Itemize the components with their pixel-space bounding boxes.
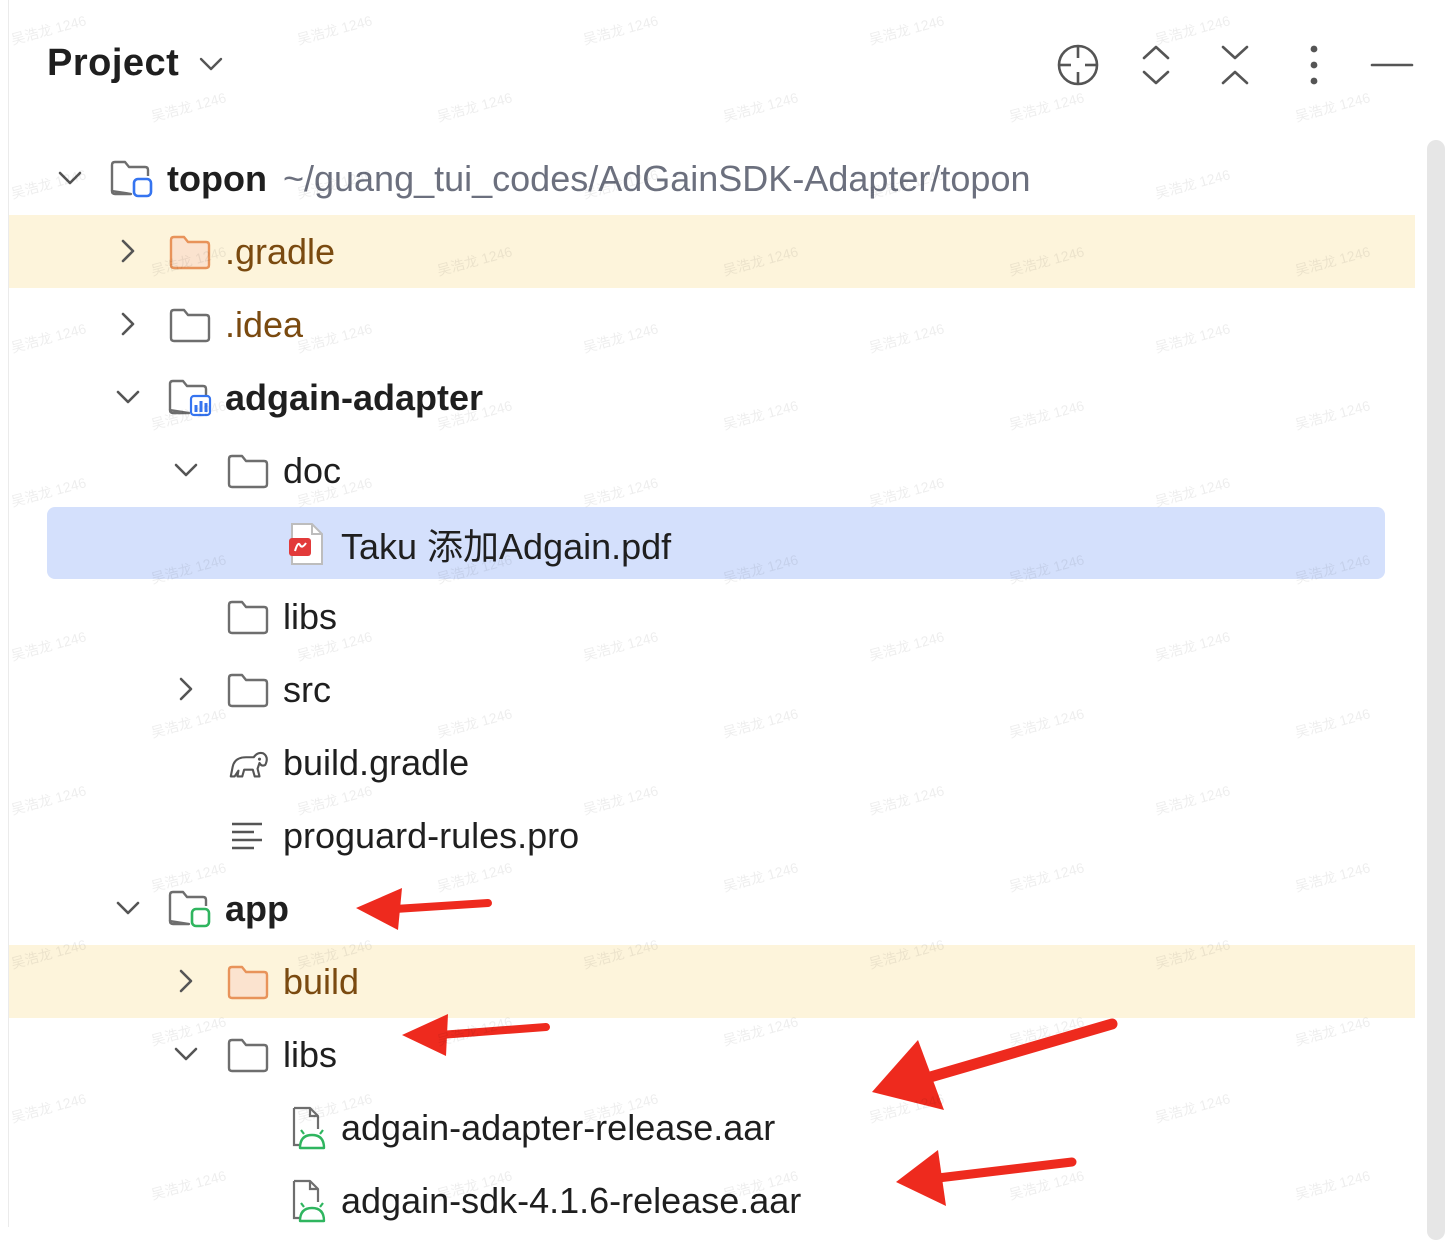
pdf-file-icon [283,521,329,567]
tree-node[interactable]: src [225,653,331,726]
tree-node[interactable]: Taku 添加Adgain.pdf [283,507,671,580]
tree-node[interactable]: .idea [167,288,303,361]
aar-file-icon [283,1178,329,1224]
tree-node-label: topon [167,157,267,199]
tree-row[interactable]: adgain-sdk-4.1.6-release.aar [9,1164,1415,1237]
tree-node-label: build.gradle [283,741,470,783]
tree-row[interactable]: doc [9,434,1415,507]
tree-row[interactable]: .gradle [9,215,1415,288]
tree-row[interactable]: build.gradle [9,726,1415,799]
tree-node[interactable]: .gradle [167,215,335,288]
chevron-down-icon[interactable] [172,456,200,484]
tool-window-header: Project [9,20,1452,114]
tree-node[interactable]: build.gradle [225,726,469,799]
chevron-right-icon[interactable] [172,675,200,703]
folder-icon [225,667,271,713]
project-view-selector[interactable]: Project [47,42,223,85]
project-tree: topon ~/guang_tui_codes/AdGainSDK-Adapter… [9,142,1419,1237]
tree-node-label: Taku 添加Adgain.pdf [341,525,672,567]
tree-row[interactable]: build [9,945,1415,1018]
tree-node-label: .gradle [225,230,336,272]
chevron-right-icon[interactable] [114,237,142,265]
minimize-icon[interactable] [1367,40,1417,90]
gradle-file-icon [225,740,271,786]
tree-node-label: proguard-rules.pro [283,814,580,856]
library-module-folder-icon [167,375,213,421]
folder-icon [167,302,213,348]
tree-node[interactable]: proguard-rules.pro [225,799,579,872]
module-folder-icon [109,156,155,202]
chevron-down-icon[interactable] [172,1040,200,1068]
folder-icon [225,594,271,640]
chevron-right-icon[interactable] [114,310,142,338]
tree-node[interactable]: adgain-adapter [167,361,483,434]
tool-window-title: Project [47,42,180,84]
tree-node-label: .idea [225,303,304,345]
tree-node[interactable]: libs [225,580,337,653]
tree-node-label: libs [283,595,338,637]
tree-node[interactable]: build [225,945,359,1018]
tree-node-label: build [283,960,360,1002]
folder-icon [225,448,271,494]
tree-node[interactable]: topon ~/guang_tui_codes/AdGainSDK-Adapter… [109,142,1030,215]
tree-node-label: doc [283,449,342,491]
tree-row[interactable]: proguard-rules.pro [9,799,1415,872]
chevron-down-icon[interactable] [114,383,142,411]
tree-row[interactable]: Taku 添加Adgain.pdf [9,507,1415,580]
tree-row[interactable]: src [9,653,1415,726]
tree-row[interactable]: app [9,872,1415,945]
tree-row[interactable]: libs [9,580,1415,653]
tree-row[interactable]: libs [9,1018,1415,1091]
selection-highlight [47,507,1385,579]
tree-node[interactable]: app [167,872,289,945]
tree-row[interactable]: adgain-adapter-release.aar [9,1091,1415,1164]
chevron-down-icon[interactable] [56,164,84,192]
tree-node[interactable]: libs [225,1018,337,1091]
folder-icon [225,1032,271,1078]
tree-node[interactable]: doc [225,434,341,507]
chevron-down-icon[interactable] [114,894,142,922]
tree-row[interactable]: topon ~/guang_tui_codes/AdGainSDK-Adapter… [9,142,1415,215]
tree-node[interactable]: adgain-adapter-release.aar [283,1091,775,1164]
more-options-icon[interactable] [1289,40,1339,90]
expand-all-icon[interactable] [1131,40,1181,90]
tree-node-label: adgain-adapter-release.aar [341,1106,776,1148]
chevron-down-icon [199,56,223,77]
locate-icon[interactable] [1053,40,1103,90]
tree-node-label: src [283,668,331,710]
tree-node-label: app [225,887,290,929]
tree-node-label: libs [283,1033,338,1075]
excluded-folder-icon [225,959,271,1005]
chevron-right-icon[interactable] [172,967,200,995]
tree-node-path-hint: ~/guang_tui_codes/AdGainSDK-Adapter/topo… [282,157,1031,199]
aar-file-icon [283,1105,329,1151]
text-file-icon [225,813,271,859]
tree-node[interactable]: adgain-sdk-4.1.6-release.aar [283,1164,801,1237]
project-tool-window: Project topon ~/guang_tui_codes/AdGainSD… [8,0,1452,1240]
tree-row[interactable]: .idea [9,288,1415,361]
tree-row[interactable]: adgain-adapter [9,361,1415,434]
excluded-folder-icon [167,229,213,275]
collapse-all-icon[interactable] [1210,40,1260,90]
vertical-scrollbar[interactable] [1427,140,1445,1240]
tree-node-label: adgain-adapter [225,376,484,418]
tree-node-label: adgain-sdk-4.1.6-release.aar [341,1179,802,1221]
app-module-folder-icon [167,886,213,932]
